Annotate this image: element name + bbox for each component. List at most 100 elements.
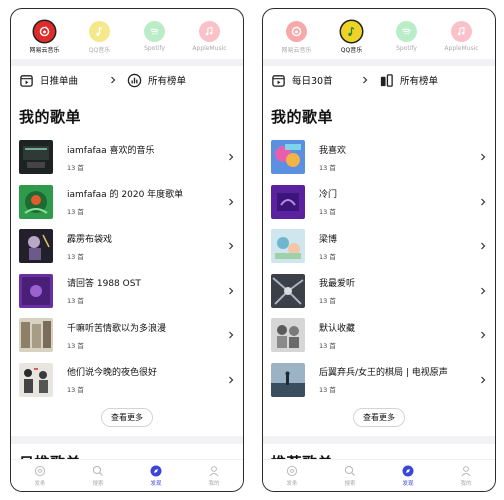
source-applemusic[interactable]: AppleMusic [436, 21, 488, 59]
playlist-count: 13 首 [67, 341, 84, 350]
playlist-row[interactable]: iamfafaa 的 2020 年度歌单 13 首 [11, 180, 243, 225]
quick-daily-songs[interactable]: 日推单曲 [19, 73, 127, 88]
playlist-row[interactable]: 梁博 13 首 [263, 224, 495, 269]
charts-icon [127, 73, 142, 88]
divider-band [263, 59, 495, 66]
netease-icon [286, 21, 307, 42]
playlist-list: 我喜欢 13 首 冷门 13 首 梁博 13 首 我最爱听 13 首 默认收藏 … [263, 135, 495, 402]
profile-icon [461, 465, 471, 476]
tab-discover[interactable]: 发现 [388, 465, 428, 487]
chevron-right-icon [481, 331, 486, 339]
tab-label: 我的 [208, 480, 220, 487]
source-spotify[interactable]: Spotify [129, 21, 181, 59]
source-label: 网易云音乐 [29, 47, 60, 54]
playlist-title: 他们说今晚的夜色很好 [67, 368, 158, 379]
playlist-cover [19, 184, 53, 219]
source-qqmusic[interactable]: QQ音乐 [326, 21, 378, 59]
playlist-row[interactable]: 请回答 1988 OST 13 首 [11, 269, 243, 314]
playlist-row[interactable]: 默认收藏 13 首 [263, 313, 495, 358]
playlist-title: 霹雳布袋戏 [67, 234, 113, 245]
playlist-count: 13 首 [67, 163, 84, 172]
playlist-title: 后翼弃兵/女王的棋局 | 电视原声 [319, 368, 448, 379]
source-applemusic[interactable]: AppleMusic [184, 21, 236, 59]
quick-all-charts[interactable]: 所有榜单 [127, 73, 235, 88]
playlist-row[interactable]: 霹雳布袋戏 13 首 [11, 224, 243, 269]
tab-discover[interactable]: 发现 [136, 465, 176, 487]
playlist-row[interactable]: iamfafaa 喜欢的音乐 13 首 [11, 135, 243, 180]
source-qqmusic[interactable]: QQ音乐 [74, 21, 126, 59]
tab-bar: 发条 搜索 发现 我的 [263, 459, 495, 491]
view-more-button[interactable]: 查看更多 [101, 408, 153, 427]
left-phone-screen: 网易云音乐 QQ音乐 Spotify AppleMusic 日推单曲 所有榜单 … [10, 8, 244, 492]
tab-label: 我的 [460, 480, 472, 487]
playlist-row[interactable]: 后翼弃兵/女王的棋局 | 电视原声 13 首 [263, 358, 495, 403]
quick-links: 日推单曲 所有榜单 [11, 66, 243, 94]
source-netease[interactable]: 网易云音乐 [271, 21, 323, 59]
tab-search[interactable]: 搜索 [78, 465, 118, 487]
tab-search[interactable]: 搜索 [330, 465, 370, 487]
source-label: Spotify [396, 45, 417, 52]
playlist-title: iamfafaa 喜欢的音乐 [67, 145, 155, 156]
playlist-cover [19, 362, 53, 397]
wind-up-icon [286, 465, 298, 476]
source-spotify[interactable]: Spotify [381, 21, 433, 59]
playlist-list: iamfafaa 喜欢的音乐 13 首 iamfafaa 的 2020 年度歌单… [11, 135, 243, 402]
section-title-my-playlists: 我的歌单 [271, 108, 334, 126]
daily-songs-icon [271, 73, 286, 88]
quick-label: 每日30首 [292, 76, 333, 87]
daily-songs-icon [19, 73, 34, 88]
chevron-right-icon [481, 198, 486, 206]
tab-wind-up[interactable]: 发条 [272, 465, 312, 487]
playlist-count: 13 首 [67, 386, 84, 395]
discover-icon [150, 465, 162, 476]
playlist-count: 13 首 [67, 297, 84, 306]
playlist-count: 13 首 [319, 208, 336, 217]
playlist-count: 13 首 [67, 208, 84, 217]
tab-wind-up[interactable]: 发条 [20, 465, 60, 487]
playlist-title: 梁博 [319, 234, 338, 245]
playlist-row[interactable]: 我最爱听 13 首 [263, 269, 495, 314]
section-title-my-playlists: 我的歌单 [19, 108, 82, 126]
source-netease[interactable]: 网易云音乐 [19, 21, 71, 59]
playlist-cover [271, 140, 305, 175]
quick-links: 每日30首 所有榜单 [263, 66, 495, 94]
playlist-count: 13 首 [67, 252, 84, 261]
spotify-icon [144, 21, 165, 42]
spotify-icon [396, 21, 417, 42]
source-label: 网易云音乐 [281, 47, 312, 54]
playlist-cover [271, 184, 305, 219]
chevron-right-icon [481, 153, 486, 161]
playlist-title: 默认收藏 [319, 323, 356, 334]
qqmusic-icon [89, 21, 110, 42]
playlist-count: 13 首 [319, 341, 336, 350]
quick-all-charts[interactable]: 所有榜单 [379, 73, 487, 88]
chevron-right-icon [481, 287, 486, 295]
source-label: QQ音乐 [340, 47, 363, 54]
playlist-row[interactable]: 他们说今晚的夜色很好 13 首 [11, 358, 243, 403]
playlist-row[interactable]: 我喜欢 13 首 [263, 135, 495, 180]
qqmusic-icon [341, 21, 362, 42]
playlist-cover [19, 318, 53, 353]
search-icon [92, 465, 103, 476]
playlist-row[interactable]: 冷门 13 首 [263, 180, 495, 225]
source-switcher: 网易云音乐 QQ音乐 Spotify AppleMusic [263, 9, 495, 59]
playlist-cover [19, 273, 53, 308]
search-icon [344, 465, 355, 476]
playlist-cover [271, 362, 305, 397]
quick-label: 所有榜单 [400, 76, 439, 87]
tab-profile[interactable]: 我的 [446, 465, 486, 487]
chevron-right-icon [363, 76, 368, 84]
chevron-right-icon [229, 198, 234, 206]
profile-icon [209, 465, 219, 476]
quick-daily-songs[interactable]: 每日30首 [271, 73, 379, 88]
tab-profile[interactable]: 我的 [194, 465, 234, 487]
playlist-cover [271, 318, 305, 353]
playlist-title: 请回答 1988 OST [67, 279, 141, 290]
view-more-button[interactable]: 查看更多 [353, 408, 405, 427]
charts-icon [379, 73, 394, 88]
applemusic-icon [199, 21, 220, 42]
quick-label: 所有榜单 [148, 76, 187, 87]
divider-band [11, 59, 243, 66]
playlist-count: 13 首 [319, 163, 336, 172]
playlist-row[interactable]: 千嘛听苦情歌以为多浪漫 13 首 [11, 313, 243, 358]
